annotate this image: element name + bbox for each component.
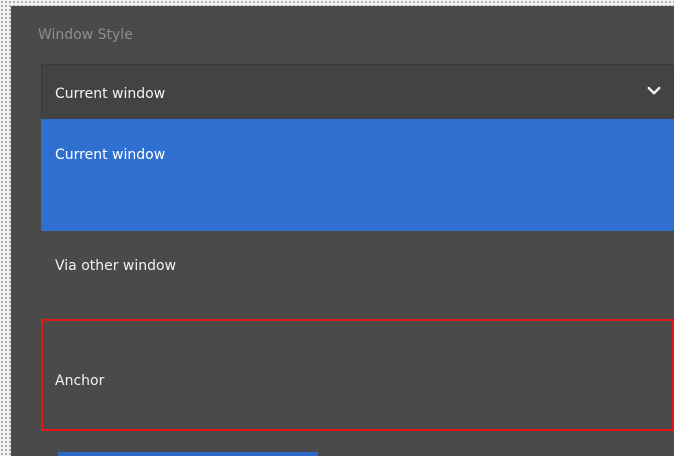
bottom-focus-accent [58,452,318,456]
window-style-label: Window Style [38,27,133,43]
window-style-panel: Window Style Current window Current wind… [11,6,674,456]
option-label: Via other window [55,258,177,274]
screenshot-page: Window Style Current window Current wind… [0,0,674,456]
option-current-window[interactable]: Current window [41,119,674,231]
dropdown-option-list: Current window Via other window Anchor [41,119,674,456]
option-label: Current window [55,147,166,163]
option-via-other-window[interactable]: Via other window [41,231,674,317]
option-label: Anchor [55,373,105,389]
window-style-dropdown[interactable]: Current window [41,64,674,119]
option-anchor[interactable]: Anchor [41,319,674,431]
chevron-down-icon[interactable] [645,82,663,100]
dropdown-selected-value: Current window [55,86,166,102]
